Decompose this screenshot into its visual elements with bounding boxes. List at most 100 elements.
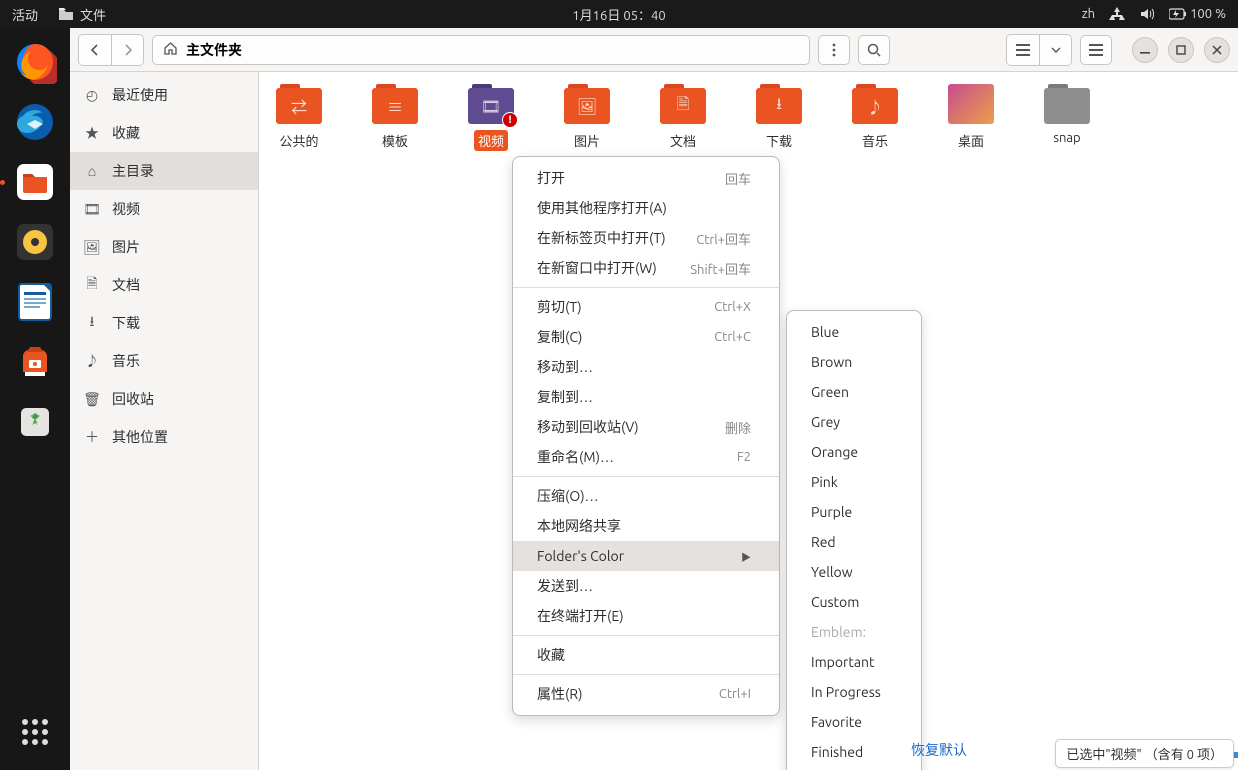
sidebar: ◴最近使用 ★收藏 ⌂主目录 🎞视频 🖼图片 🗎文档 ⭳下载 ♪音乐 🗑回收站 … [70, 72, 259, 770]
color-green[interactable]: Green [787, 377, 921, 407]
color-custom[interactable]: Custom [787, 587, 921, 617]
status-bar: 已选中"视频" （含有 0 项） [1055, 739, 1234, 768]
trash-icon: 🗑 [84, 391, 100, 408]
pathbar[interactable]: 主文件夹 [152, 35, 810, 65]
forward-button[interactable] [111, 35, 143, 65]
hamburger-menu-button[interactable] [1080, 35, 1112, 65]
network-icon[interactable] [1109, 6, 1125, 22]
menu-star[interactable]: 收藏 [513, 640, 779, 670]
folder-videos[interactable]: 🎞!视频 [467, 84, 515, 151]
folder-downloads[interactable]: ⭳下载 [755, 84, 803, 151]
menu-rename[interactable]: 重命名(M)…F2 [513, 442, 779, 472]
input-method-indicator[interactable]: zh [1082, 7, 1095, 21]
color-brown[interactable]: Brown [787, 347, 921, 377]
files-window: 主文件夹 ◴最近使用 ★收藏 ⌂主目录 🎞视频 🖼图片 🗎文档 ⭳下载 ♪音乐 … [70, 28, 1238, 770]
document-icon: 🗎 [84, 273, 100, 297]
search-button[interactable] [858, 35, 890, 65]
picture-icon: 🖼 [84, 239, 100, 256]
folder-public[interactable]: ⇄公共的 [275, 84, 323, 151]
context-menu: 打开回车 使用其他程序打开(A) 在新标签页中打开(T)Ctrl+回车 在新窗口… [512, 156, 780, 716]
menu-copy-to[interactable]: 复制到… [513, 382, 779, 412]
view-menu-button[interactable] [818, 35, 850, 65]
maximize-button[interactable] [1168, 37, 1194, 63]
menu-send-to[interactable]: 发送到… [513, 571, 779, 601]
menu-open-with[interactable]: 使用其他程序打开(A) [513, 193, 779, 223]
sidebar-item-music[interactable]: ♪音乐 [70, 342, 258, 380]
close-button[interactable] [1204, 37, 1230, 63]
folder-music[interactable]: ♪音乐 [851, 84, 899, 151]
sidebar-item-pictures[interactable]: 🖼图片 [70, 228, 258, 266]
picture-icon: 🖼 [577, 97, 597, 116]
app-indicator[interactable]: 文件 [58, 5, 106, 24]
menu-move-trash[interactable]: 移动到回收站(V)删除 [513, 412, 779, 442]
volume-icon[interactable] [1139, 6, 1155, 22]
dock-libreoffice-writer[interactable] [9, 276, 61, 328]
color-red[interactable]: Red [787, 527, 921, 557]
dock-show-apps[interactable] [9, 706, 61, 758]
sidebar-item-home[interactable]: ⌂主目录 [70, 152, 258, 190]
menu-properties[interactable]: 属性(R)Ctrl+I [513, 679, 779, 709]
folder-desktop[interactable]: 桌面 [947, 84, 995, 151]
color-purple[interactable]: Purple [787, 497, 921, 527]
color-pink[interactable]: Pink [787, 467, 921, 497]
color-blue[interactable]: Blue [787, 317, 921, 347]
folder-snap[interactable]: snap [1043, 84, 1091, 151]
desktop-icon [948, 84, 994, 124]
folder-pictures[interactable]: 🖼图片 [563, 84, 611, 151]
emblem-finished[interactable]: Finished [787, 737, 921, 767]
music-icon: ♪ [84, 351, 100, 371]
home-icon: ⌂ [84, 163, 100, 179]
color-grey[interactable]: Grey [787, 407, 921, 437]
menu-folder-color[interactable]: Folder's Color▶ [513, 541, 779, 571]
sidebar-item-videos[interactable]: 🎞视频 [70, 190, 258, 228]
battery-icon[interactable]: 100 % [1169, 7, 1226, 21]
folder-documents[interactable]: 🗎文档 [659, 84, 707, 151]
folder-templates[interactable]: ≡模板 [371, 84, 419, 151]
folder-icon [58, 7, 74, 21]
music-icon: ♪ [867, 94, 883, 118]
menu-move-to[interactable]: 移动到… [513, 352, 779, 382]
sidebar-item-starred[interactable]: ★收藏 [70, 114, 258, 152]
menu-local-share[interactable]: 本地网络共享 [513, 511, 779, 541]
dock-rhythmbox[interactable] [9, 216, 61, 268]
sidebar-item-documents[interactable]: 🗎文档 [70, 266, 258, 304]
star-icon: ★ [84, 123, 100, 143]
menu-cut[interactable]: 剪切(T)Ctrl+X [513, 292, 779, 322]
folder-color-submenu: Blue Brown Green Grey Orange Pink Purple… [786, 310, 922, 770]
menu-open-tab[interactable]: 在新标签页中打开(T)Ctrl+回车 [513, 223, 779, 253]
sidebar-item-trash[interactable]: 🗑回收站 [70, 380, 258, 418]
list-view-button[interactable] [1007, 35, 1039, 65]
back-button[interactable] [79, 35, 111, 65]
minimize-button[interactable] [1132, 37, 1158, 63]
chevron-right-icon: ▶ [741, 549, 751, 564]
document-icon: 🗎 [677, 93, 690, 120]
content-area[interactable]: ⇄公共的 ≡模板 🎞!视频 🖼图片 🗎文档 ⭳下载 ♪音乐 桌面 snap 打开… [259, 72, 1238, 770]
dock-thunderbird[interactable] [9, 96, 61, 148]
dock-trash[interactable] [9, 396, 61, 448]
menu-open-terminal[interactable]: 在终端打开(E) [513, 601, 779, 631]
emblem-important[interactable]: Important [787, 647, 921, 677]
sidebar-item-recent[interactable]: ◴最近使用 [70, 76, 258, 114]
download-icon: ⭳ [776, 93, 782, 120]
menu-open[interactable]: 打开回车 [513, 163, 779, 193]
dock-files[interactable] [9, 156, 61, 208]
color-yellow[interactable]: Yellow [787, 557, 921, 587]
headerbar: 主文件夹 [70, 28, 1238, 72]
dock-firefox[interactable] [9, 36, 61, 88]
menu-open-window[interactable]: 在新窗口中打开(W)Shift+回车 [513, 253, 779, 283]
menu-compress[interactable]: 压缩(O)… [513, 481, 779, 511]
top-panel: 活动 文件 1月16日 05：40 zh 100 % [0, 0, 1238, 28]
dock-software[interactable] [9, 336, 61, 388]
menu-copy[interactable]: 复制(C)Ctrl+C [513, 322, 779, 352]
activities-button[interactable]: 活动 [12, 5, 38, 24]
battery-percent: 100 % [1190, 7, 1226, 21]
sidebar-item-other[interactable]: ＋其他位置 [70, 418, 258, 456]
color-orange[interactable]: Orange [787, 437, 921, 467]
sidebar-item-downloads[interactable]: ⭳下载 [70, 304, 258, 342]
emblem-in-progress[interactable]: In Progress [787, 677, 921, 707]
clock[interactable]: 1月16日 05：40 [572, 5, 665, 24]
view-dropdown-button[interactable] [1039, 35, 1071, 65]
restore-default-link[interactable]: 恢复默认 [911, 740, 967, 760]
home-icon [163, 41, 178, 59]
emblem-favorite[interactable]: Favorite [787, 707, 921, 737]
